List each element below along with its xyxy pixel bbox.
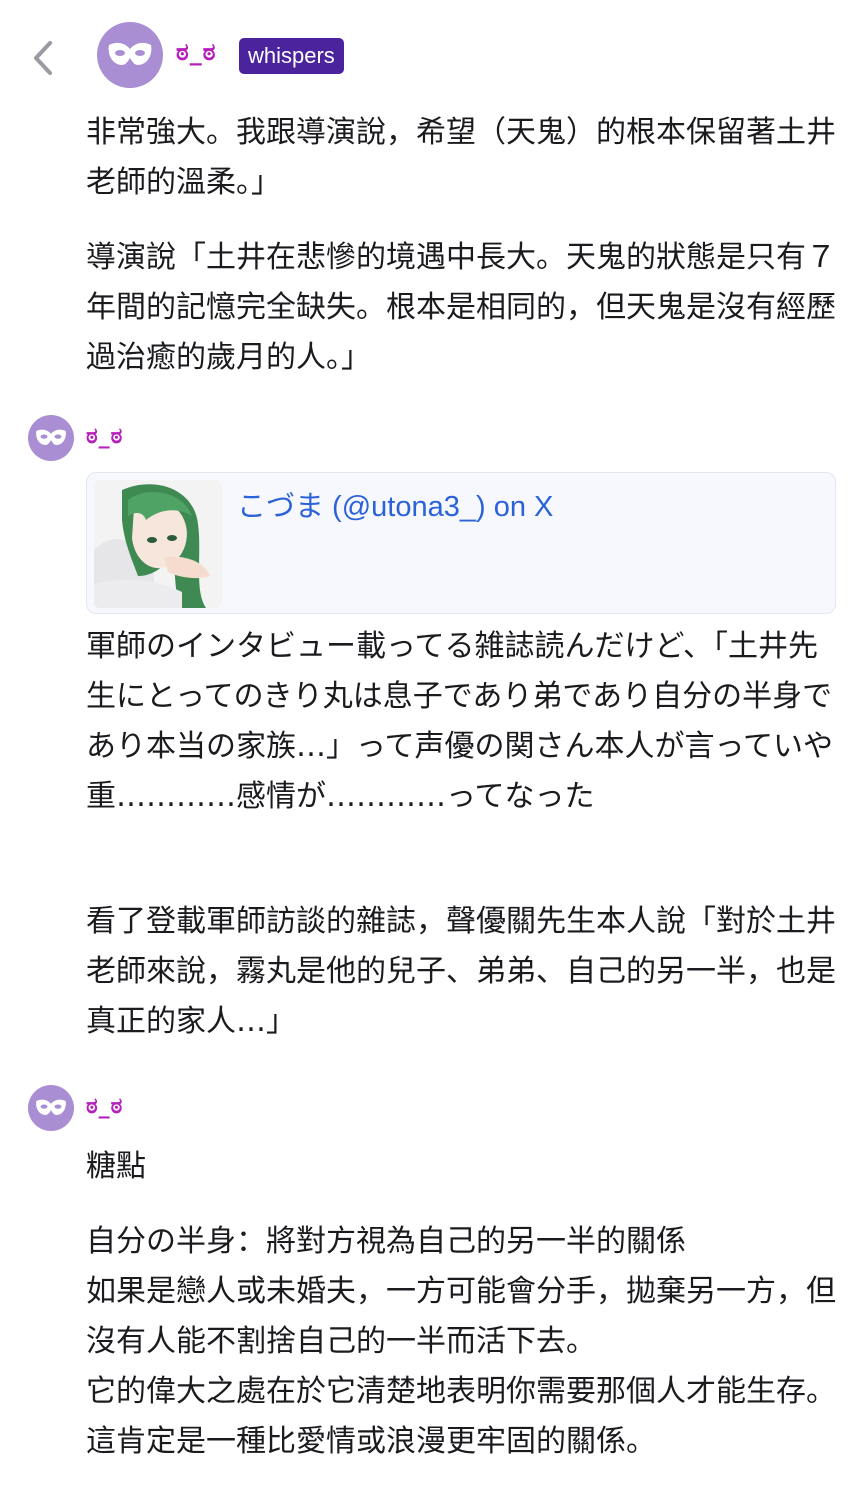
- post-2-paragraph-1: 軍師のインタビュー載ってる雑誌読んだけど、「土井先生にとってのきり丸は息子であり…: [86, 629, 833, 814]
- post-3-paragraph-2: 自分の半身：將對方視為自己的另一半的關係 如果是戀人或未婚夫，一方可能會分手，拋…: [86, 1224, 836, 1459]
- post-3-paragraph-1: 糖點: [86, 1149, 146, 1184]
- avatar[interactable]: [97, 22, 163, 88]
- whispers-badge[interactable]: whispers: [239, 38, 344, 74]
- embed-title[interactable]: こづま (@utona3_) on X: [237, 483, 553, 525]
- link-embed-card[interactable]: こづま (@utona3_) on X: [86, 472, 836, 614]
- avatar[interactable]: [28, 1085, 74, 1131]
- mask-icon: [108, 42, 152, 65]
- mask-icon: [36, 429, 66, 445]
- back-button[interactable]: [28, 38, 58, 78]
- post-1-paragraph-2: 導演說「土井在悲慘的境遇中長大。天鬼的狀態是只有７年間的記憶完全缺失。根本是相同…: [86, 240, 836, 375]
- anime-girl-green-hair-thumbnail: [94, 480, 222, 608]
- username[interactable]: ಠ_ಠ: [176, 38, 216, 66]
- avatar[interactable]: [28, 415, 74, 461]
- post-2-paragraph-2: 看了登載軍師訪談的雜誌，聲優關先生本人說「對於土井老師來說，霧丸是他的兒子、弟弟…: [86, 904, 836, 1039]
- post-1-paragraph-1: 非常強大。我跟導演說，希望（天鬼）的根本保留著土井老師的溫柔。」: [86, 115, 836, 200]
- username[interactable]: ಠ_ಠ: [86, 424, 123, 449]
- username[interactable]: ಠ_ಠ: [86, 1094, 123, 1119]
- mask-icon: [36, 1099, 66, 1115]
- chevron-left-icon: [34, 41, 52, 75]
